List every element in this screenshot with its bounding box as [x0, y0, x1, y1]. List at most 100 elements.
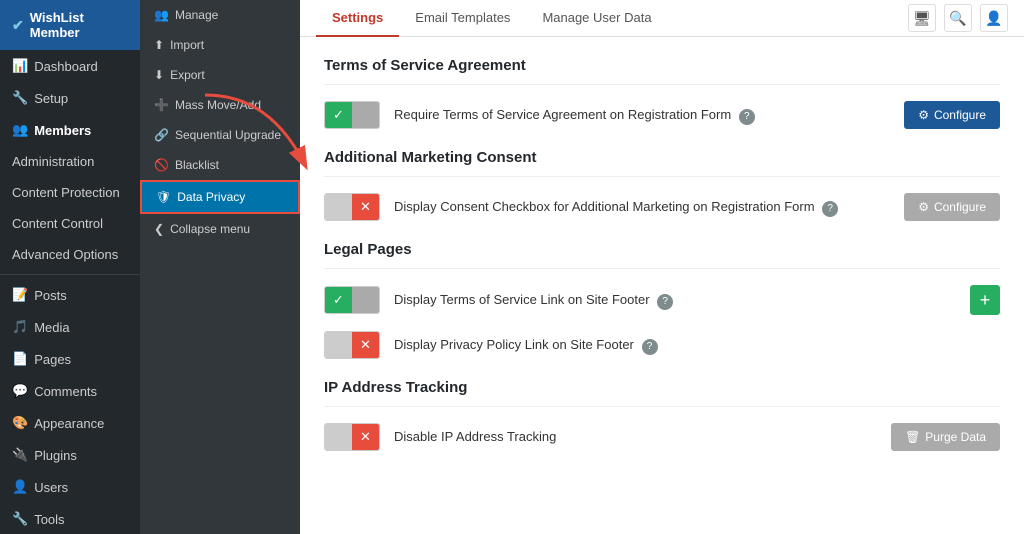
logo-text: WishList Member [30, 10, 128, 40]
setup-icon: 🔧 [12, 90, 28, 106]
ip-setting-label: Disable IP Address Tracking [394, 428, 877, 446]
sidebar-item-dashboard[interactable]: 📊 Dashboard [0, 50, 140, 82]
submenu-mass-move[interactable]: ➕ Mass Move/Add [140, 90, 300, 120]
logo-checkmark: ✔ [12, 17, 24, 34]
submenu-sequential-upgrade[interactable]: 🔗 Sequential Upgrade [140, 120, 300, 150]
terms-toggle-x [352, 101, 379, 129]
sidebar-item-advanced-options[interactable]: Advanced Options [0, 239, 140, 270]
purge-trash-icon: 🗑 [905, 430, 920, 444]
marketing-toggle-x: ✕ [352, 193, 379, 221]
sidebar-item-appearance[interactable]: 🎨 Appearance [0, 407, 140, 439]
legal-privacy-row: ✕ Display Privacy Policy Link on Site Fo… [324, 331, 1000, 359]
administration-label: Administration [12, 154, 94, 169]
legal-privacy-x: ✕ [352, 331, 379, 359]
tab-manage-user-data[interactable]: Manage User Data [526, 0, 667, 37]
legal-tos-add-button[interactable]: + [970, 285, 1000, 315]
ip-toggle-check [325, 423, 352, 451]
pages-icon: 📄 [12, 351, 28, 367]
sidebar-item-content-protection[interactable]: Content Protection [0, 177, 140, 208]
legal-privacy-toggle[interactable]: ✕ [324, 331, 380, 359]
terms-toggle[interactable]: ✓ [324, 101, 380, 129]
sidebar-item-users[interactable]: 👤 Users [0, 471, 140, 503]
collapse-icon: ❮ [154, 222, 164, 236]
sidebar-item-setup[interactable]: 🔧 Setup [0, 82, 140, 114]
ip-section-title: IP Address Tracking [324, 379, 1000, 407]
ip-toggle-x: ✕ [352, 423, 379, 451]
sidebar-item-pages[interactable]: 📄 Pages [0, 343, 140, 375]
legal-tos-label: Display Terms of Service Link on Site Fo… [394, 291, 956, 310]
marketing-configure-button[interactable]: ⚙ Configure [904, 193, 1000, 221]
sidebar-item-members[interactable]: 👥 Members [0, 114, 140, 146]
page-content: Terms of Service Agreement ✓ Require Ter… [300, 37, 1024, 534]
marketing-help-icon[interactable]: ? [822, 201, 838, 217]
sidebar-divider-1 [0, 274, 140, 275]
dashboard-icon: 📊 [12, 58, 28, 74]
main-content: Settings Email Templates Manage User Dat… [300, 0, 1024, 534]
legal-tos-x [352, 286, 379, 314]
appearance-icon: 🎨 [12, 415, 28, 431]
terms-toggle-check: ✓ [325, 101, 352, 129]
mass-move-icon: ➕ [154, 98, 169, 112]
data-privacy-icon: 🛡 [156, 190, 171, 204]
sidebar-item-comments[interactable]: 💬 Comments [0, 375, 140, 407]
submenu-collapse[interactable]: ❮ Collapse menu [140, 214, 300, 244]
search-icon-btn[interactable]: 🔍 [944, 4, 972, 32]
legal-privacy-check [325, 331, 352, 359]
legal-privacy-help-icon[interactable]: ? [642, 339, 658, 355]
configure-gear-icon: ⚙ [918, 108, 929, 122]
tab-email-templates[interactable]: Email Templates [399, 0, 526, 37]
members-icon: 👥 [12, 122, 28, 138]
ip-toggle[interactable]: ✕ [324, 423, 380, 451]
terms-setting-label: Require Terms of Service Agreement on Re… [394, 106, 890, 125]
blacklist-icon: 🚫 [154, 158, 169, 172]
submenu: 👥 Manage ⬆ Import ⬇ Export ➕ Mass Move/A… [140, 0, 300, 534]
import-icon: ⬆ [154, 38, 164, 52]
sidebar-logo: ✔ WishList Member [0, 0, 140, 50]
top-icons: 🖥 🔍 👤 [908, 4, 1008, 32]
export-icon: ⬇ [154, 68, 164, 82]
posts-icon: 📝 [12, 287, 28, 303]
tabs-bar: Settings Email Templates Manage User Dat… [300, 0, 1024, 37]
terms-setting-row: ✓ Require Terms of Service Agreement on … [324, 101, 1000, 129]
marketing-setting-label: Display Consent Checkbox for Additional … [394, 198, 890, 217]
user-icon-btn[interactable]: 👤 [980, 4, 1008, 32]
sidebar: ✔ WishList Member 📊 Dashboard 🔧 Setup 👥 … [0, 0, 140, 534]
plugins-icon: 🔌 [12, 447, 28, 463]
manage-icon: 👥 [154, 8, 169, 22]
sidebar-item-media[interactable]: 🎵 Media [0, 311, 140, 343]
submenu-import[interactable]: ⬆ Import [140, 30, 300, 60]
sidebar-item-content-control[interactable]: Content Control [0, 208, 140, 239]
marketing-section-title: Additional Marketing Consent [324, 149, 1000, 177]
sidebar-item-posts[interactable]: 📝 Posts [0, 279, 140, 311]
marketing-toggle[interactable]: ✕ [324, 193, 380, 221]
terms-help-icon[interactable]: ? [739, 109, 755, 125]
comments-icon: 💬 [12, 383, 28, 399]
legal-tos-help-icon[interactable]: ? [657, 294, 673, 310]
section-ip-tracking: IP Address Tracking ✕ Disable IP Address… [324, 379, 1000, 451]
legal-tos-toggle[interactable]: ✓ [324, 286, 380, 314]
sidebar-item-tools[interactable]: 🔧 Tools [0, 503, 140, 534]
content-protection-label: Content Protection [12, 185, 120, 200]
monitor-icon-btn[interactable]: 🖥 [908, 4, 936, 32]
marketing-gear-icon: ⚙ [918, 200, 929, 214]
advanced-options-label: Advanced Options [12, 247, 118, 262]
users-icon: 👤 [12, 479, 28, 495]
tab-settings[interactable]: Settings [316, 0, 399, 37]
submenu-export[interactable]: ⬇ Export [140, 60, 300, 90]
sidebar-item-plugins[interactable]: 🔌 Plugins [0, 439, 140, 471]
ip-setting-row: ✕ Disable IP Address Tracking 🗑 Purge Da… [324, 423, 1000, 451]
submenu-blacklist[interactable]: 🚫 Blacklist [140, 150, 300, 180]
section-terms-of-service: Terms of Service Agreement ✓ Require Ter… [324, 57, 1000, 129]
ip-purge-button[interactable]: 🗑 Purge Data [891, 423, 1000, 451]
media-icon: 🎵 [12, 319, 28, 335]
marketing-toggle-check [325, 193, 352, 221]
terms-section-title: Terms of Service Agreement [324, 57, 1000, 85]
submenu-data-privacy[interactable]: 🛡 Data Privacy [140, 180, 300, 214]
submenu-manage[interactable]: 👥 Manage [140, 0, 300, 30]
terms-configure-button[interactable]: ⚙ Configure [904, 101, 1000, 129]
legal-section-title: Legal Pages [324, 241, 1000, 269]
sidebar-item-administration[interactable]: Administration [0, 146, 140, 177]
legal-privacy-label: Display Privacy Policy Link on Site Foot… [394, 336, 1000, 355]
content-control-label: Content Control [12, 216, 103, 231]
sequential-upgrade-icon: 🔗 [154, 128, 169, 142]
